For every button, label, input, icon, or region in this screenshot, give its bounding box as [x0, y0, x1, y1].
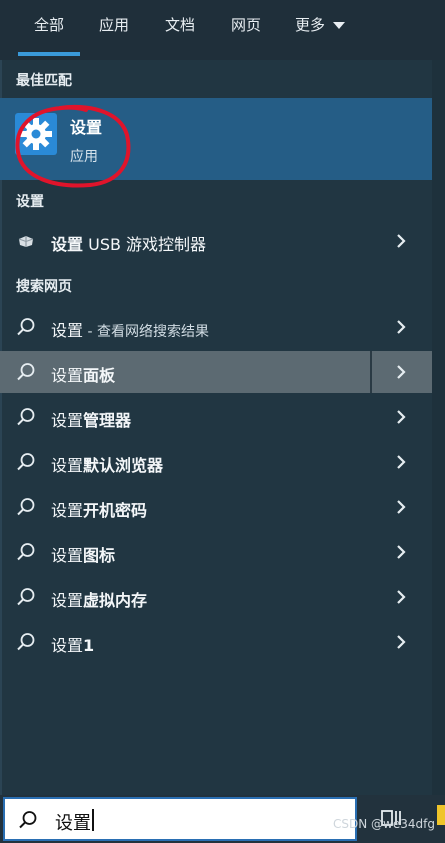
taskbar-app-icon[interactable]	[437, 805, 445, 825]
search-icon	[17, 588, 35, 606]
chevron-right-icon[interactable]	[395, 543, 407, 561]
item-suffix: 图标	[83, 546, 116, 565]
item-prefix: 设置	[51, 546, 84, 565]
list-item-web-suggestion[interactable]: 设置开机密码	[0, 486, 432, 528]
list-item-label: 设置管理器	[51, 407, 131, 431]
gear-icon	[15, 113, 57, 155]
item-suffix: 面板	[83, 366, 116, 385]
list-item-web-suggestion[interactable]: 设置管理器	[0, 396, 432, 438]
item-prefix: 设置	[51, 501, 84, 520]
chevron-right-icon[interactable]	[395, 588, 407, 606]
search-icon	[17, 498, 35, 516]
web-search-heading: 搜索网页	[16, 279, 72, 295]
active-tab-indicator	[18, 52, 80, 56]
text-cursor	[92, 809, 94, 831]
item-suffix: 管理器	[83, 411, 132, 430]
search-input-value: 设置	[55, 813, 91, 834]
search-icon	[19, 811, 37, 829]
item-prefix: 设置	[51, 591, 84, 610]
list-item-label: 设置默认浏览器	[51, 452, 163, 476]
list-item-web-suggestion[interactable]: 设置默认浏览器	[0, 441, 432, 483]
tab-more[interactable]: 更多	[284, 0, 356, 52]
item-prefix: 设置	[51, 636, 84, 655]
list-item-label: 设置开机密码	[51, 497, 147, 521]
list-item-web-suggestion[interactable]: 设置虚拟内存	[0, 576, 432, 618]
list-item-usb-controller[interactable]: 设置 USB 游戏控制器	[0, 220, 432, 262]
chevron-right-icon[interactable]	[395, 232, 407, 250]
search-icon	[17, 543, 35, 561]
list-item-label: 设置虚拟内存	[51, 587, 147, 611]
item-prefix: 设置	[51, 411, 84, 430]
search-icon	[17, 633, 35, 651]
item-prefix: 设置	[51, 366, 84, 385]
list-item-label: 设置 - 查看网络搜索结果	[51, 317, 209, 341]
item-suffix: 虚拟内存	[83, 591, 148, 610]
chevron-right-icon[interactable]	[395, 453, 407, 471]
search-input[interactable]: 设置	[3, 797, 357, 841]
list-item-label: 设置图标	[51, 542, 115, 566]
tab-more-label: 更多	[294, 16, 325, 34]
search-icon	[17, 363, 35, 381]
tab-web[interactable]: 网页	[218, 0, 274, 52]
chevron-right-icon[interactable]	[395, 363, 407, 381]
item-suffix: - 查看网络搜索结果	[83, 324, 209, 340]
search-icon	[17, 453, 35, 471]
watermark: CSDN @we34dfg	[333, 817, 435, 831]
chevron-right-icon[interactable]	[395, 633, 407, 651]
chevron-right-icon[interactable]	[395, 318, 407, 336]
list-item-label: 设置1	[51, 632, 94, 656]
list-item-web-result[interactable]: 设置 - 查看网络搜索结果	[0, 306, 432, 348]
list-item-web-suggestion[interactable]: 设置1	[0, 621, 432, 663]
best-match-heading: 最佳匹配	[16, 73, 72, 89]
tab-documents[interactable]: 文档	[152, 0, 208, 52]
item-suffix: 开机密码	[83, 501, 148, 520]
list-item-label: 设置 USB 游戏控制器	[51, 231, 206, 255]
filter-tabs: 全部 应用 文档 网页 更多	[0, 0, 445, 60]
best-match-subtitle: 应用	[70, 149, 98, 165]
best-match-item[interactable]	[0, 98, 432, 180]
item-suffix: 默认浏览器	[83, 456, 164, 475]
list-item-web-suggestion-selected[interactable]: 设置面板	[0, 351, 432, 393]
tab-apps[interactable]: 应用	[86, 0, 142, 52]
search-icon	[17, 318, 35, 336]
best-match-title: 设置	[70, 118, 103, 137]
search-icon	[17, 408, 35, 426]
item-suffix: 1	[83, 636, 95, 655]
item-bold-part: 设置	[51, 235, 84, 254]
item-prefix: 设置	[51, 456, 84, 475]
settings-heading: 设置	[16, 194, 44, 210]
list-item-label: 设置面板	[51, 362, 115, 386]
chevron-right-icon[interactable]	[395, 408, 407, 426]
chevron-down-icon	[333, 22, 345, 29]
scrollbar[interactable]	[432, 60, 445, 795]
gamepad-icon	[18, 236, 34, 247]
chevron-right-icon[interactable]	[395, 498, 407, 516]
list-item-web-suggestion[interactable]: 设置图标	[0, 531, 432, 573]
item-prefix: 设置	[51, 321, 84, 340]
tab-all[interactable]: 全部	[18, 0, 80, 52]
row-divider	[370, 351, 372, 393]
item-rest-part: USB 游戏控制器	[83, 235, 207, 254]
